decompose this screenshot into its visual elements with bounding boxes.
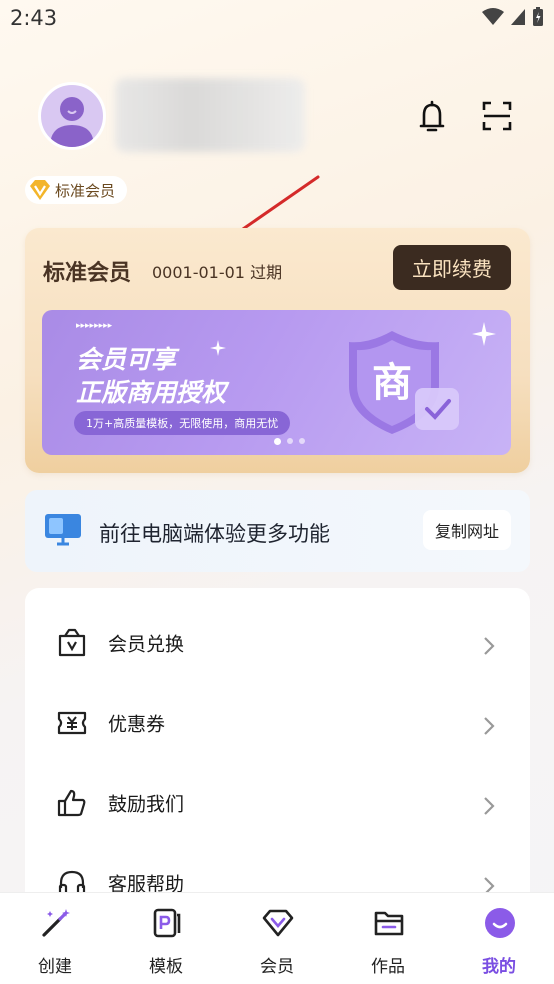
tab-label: 模板 — [149, 957, 183, 977]
status-time: 2:43 — [10, 6, 58, 30]
username-redacted — [115, 78, 305, 152]
menu-item-redeem[interactable]: 会员兑换 — [25, 606, 530, 686]
pager-dot — [287, 438, 293, 444]
tab-label: 会员 — [260, 957, 294, 977]
shield-badge-icon: 商 — [349, 331, 459, 434]
banner-pager — [274, 438, 305, 445]
shield-char: 商 — [372, 360, 412, 406]
vip-diamond-icon — [30, 180, 50, 200]
bottom-tab-bar: 创建 模板 会员 作品 我的 — [0, 892, 554, 984]
notification-button[interactable] — [412, 96, 452, 136]
tab-create[interactable]: 创建 — [0, 893, 110, 984]
banner-line-2: 正版商用授权 — [76, 378, 227, 407]
tab-label: 我的 — [482, 957, 516, 977]
tab-works[interactable]: 作品 — [333, 893, 443, 984]
chevron-right-icon — [484, 797, 495, 815]
system-icons — [482, 7, 544, 27]
renew-button[interactable]: 立即续费 — [393, 245, 511, 290]
menu-item-label: 优惠券 — [108, 713, 166, 736]
magic-wand-icon — [42, 909, 70, 937]
desktop-promo: 前往电脑端体验更多功能 复制网址 — [25, 490, 530, 572]
tab-label: 创建 — [38, 957, 72, 977]
wifi-icon — [482, 8, 504, 25]
menu-item-encourage[interactable]: 鼓励我们 — [25, 766, 530, 846]
tab-profile[interactable]: 我的 — [444, 893, 554, 984]
copy-url-button[interactable]: 复制网址 — [423, 510, 511, 550]
chevron-right-icon — [484, 637, 495, 655]
member-card: 标准会员 0001-01-01 过期 立即续费 ▸▸▸▸▸▸▸▸ 会员可享 正版… — [25, 228, 530, 473]
tab-membership[interactable]: 会员 — [222, 893, 332, 984]
desktop-promo-text: 前往电脑端体验更多功能 — [99, 522, 330, 546]
pager-dot — [274, 438, 281, 445]
member-card-title: 标准会员 — [43, 261, 132, 286]
scan-icon — [482, 101, 512, 131]
member-expiry: 0001-01-01 过期 — [152, 263, 283, 282]
banner-line-1: 会员可享 — [76, 345, 177, 374]
menu-item-coupons[interactable]: 优惠券 — [25, 686, 530, 766]
thumbs-up-icon — [57, 789, 86, 817]
member-level-badge: 标准会员 — [25, 176, 128, 204]
member-level-label: 标准会员 — [55, 181, 116, 200]
bell-icon — [419, 100, 445, 132]
signal-icon — [511, 9, 525, 25]
status-bar: 2:43 — [0, 0, 554, 38]
tab-label: 作品 — [371, 957, 405, 977]
sparkle-icon — [210, 340, 226, 356]
scan-button[interactable] — [477, 96, 517, 136]
diamond-icon — [262, 909, 294, 937]
banner-pill: 1万+高质量模板，无限使用，商用无忧 — [74, 411, 291, 435]
member-benefit-banner[interactable]: ▸▸▸▸▸▸▸▸ 会员可享 正版商用授权 1万+高质量模板，无限使用，商用无忧 … — [42, 310, 511, 455]
profile-icon — [485, 908, 515, 938]
settings-menu: 会员兑换 优惠券 鼓励我们 客服帮助 — [25, 588, 530, 908]
battery-icon — [533, 7, 543, 26]
coupon-icon — [57, 711, 87, 735]
voucher-bag-icon — [58, 628, 86, 657]
sparkle-icon — [472, 322, 496, 346]
tab-templates[interactable]: 模板 — [111, 893, 221, 984]
template-icon — [153, 908, 181, 938]
menu-item-label: 鼓励我们 — [108, 793, 185, 816]
folder-icon — [374, 911, 404, 936]
menu-item-label: 会员兑换 — [108, 633, 185, 656]
monitor-icon — [45, 514, 81, 546]
pager-dot — [299, 438, 305, 444]
chevron-right-icon — [484, 717, 495, 735]
banner-decor-arrows: ▸▸▸▸▸▸▸▸ — [76, 321, 113, 331]
avatar-placeholder-icon — [50, 97, 94, 147]
avatar[interactable] — [38, 82, 106, 150]
